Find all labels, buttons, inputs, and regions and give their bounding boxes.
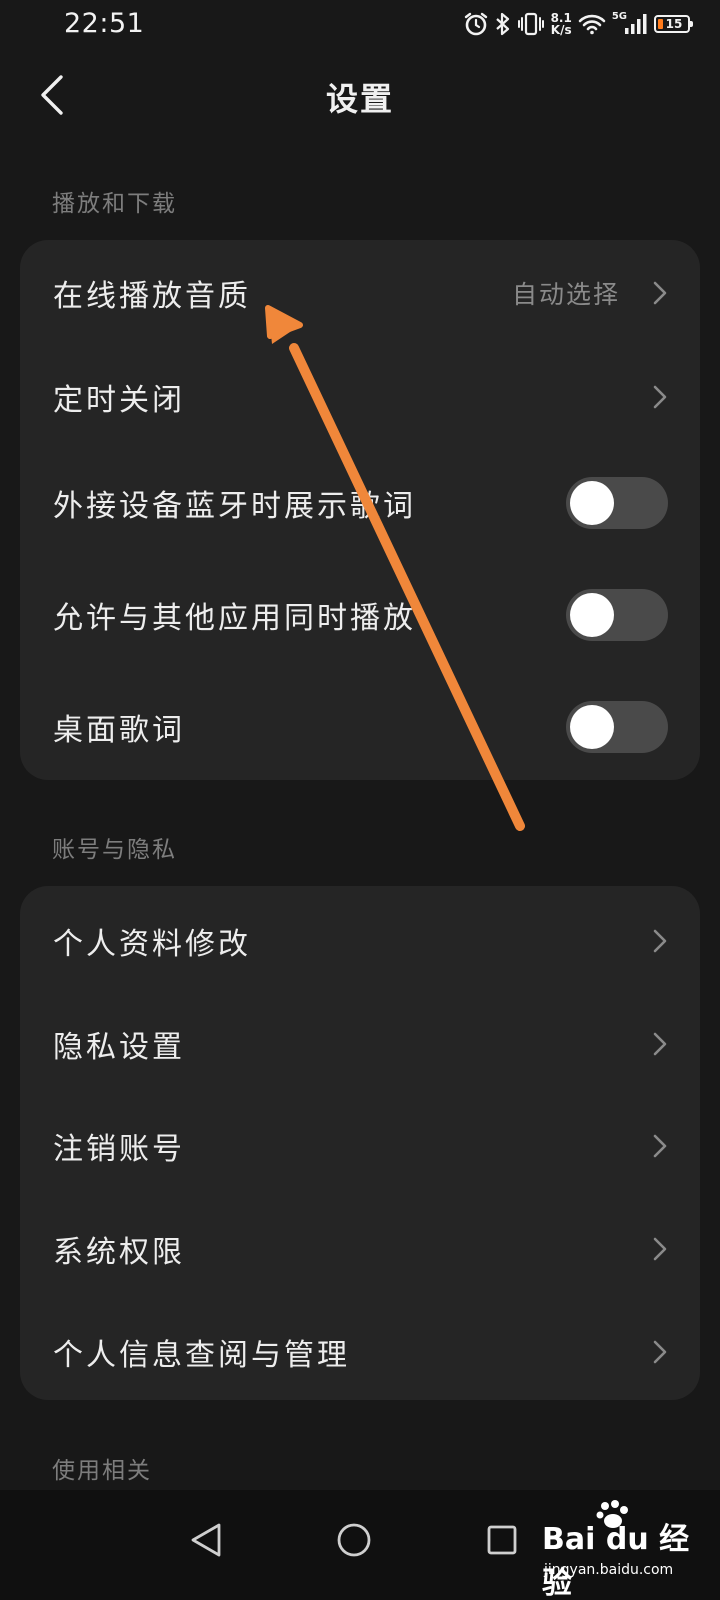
toggle-knob bbox=[570, 705, 614, 749]
row-label: 在线播放音质 bbox=[53, 279, 251, 314]
row-mix-playback: 允许与其他应用同时播放 bbox=[20, 562, 700, 668]
settings-screen: 22:51 8.1 K/s 5G 15 设置 播放和下载 在线播放音质 自动选择… bbox=[0, 0, 720, 1600]
mix-playback-toggle[interactable] bbox=[566, 589, 668, 641]
row-label: 桌面歌词 bbox=[53, 713, 185, 748]
signal-label: 5G bbox=[611, 10, 627, 22]
toggle-knob bbox=[570, 593, 614, 637]
row-sleep-timer[interactable]: 定时关闭 bbox=[20, 344, 700, 450]
chevron-right-icon bbox=[650, 279, 670, 307]
status-bar: 22:51 8.1 K/s 5G 15 bbox=[0, 0, 720, 48]
section-title-account: 账号与隐私 bbox=[52, 837, 177, 863]
chevron-right-icon bbox=[650, 927, 670, 955]
row-system-permissions[interactable]: 系统权限 bbox=[20, 1196, 700, 1302]
desktop-lyrics-toggle[interactable] bbox=[566, 701, 668, 753]
row-label: 个人信息查阅与管理 bbox=[53, 1338, 350, 1373]
chevron-right-icon bbox=[650, 383, 670, 411]
chevron-right-icon bbox=[650, 1338, 670, 1366]
section-title-playback: 播放和下载 bbox=[52, 191, 177, 217]
row-label: 外接设备蓝牙时展示歌词 bbox=[53, 489, 416, 524]
account-card: 个人资料修改 隐私设置 注销账号 系统权限 个人信息查阅与管理 bbox=[20, 886, 700, 1400]
row-bluetooth-lyrics: 外接设备蓝牙时展示歌词 bbox=[20, 450, 700, 556]
row-privacy-settings[interactable]: 隐私设置 bbox=[20, 991, 700, 1097]
nav-home-button[interactable] bbox=[324, 1510, 384, 1570]
row-desktop-lyrics: 桌面歌词 bbox=[20, 674, 700, 780]
cellular-signal: 5G bbox=[611, 10, 648, 35]
row-personal-info-management[interactable]: 个人信息查阅与管理 bbox=[20, 1299, 700, 1405]
bluetooth-icon bbox=[495, 11, 511, 37]
battery-icon: 15 bbox=[654, 15, 693, 33]
row-label: 允许与其他应用同时播放 bbox=[53, 601, 416, 636]
playback-card: 在线播放音质 自动选择 定时关闭 外接设备蓝牙时展示歌词 允许与其他应用同时播放… bbox=[20, 240, 700, 780]
row-label: 系统权限 bbox=[53, 1235, 185, 1270]
row-label: 定时关闭 bbox=[53, 383, 185, 418]
toggle-knob bbox=[570, 481, 614, 525]
status-time: 22:51 bbox=[64, 8, 145, 39]
battery-level: 15 bbox=[665, 17, 683, 31]
vibrate-icon bbox=[517, 12, 545, 36]
nav-recents-button[interactable] bbox=[472, 1510, 532, 1570]
row-label: 个人资料修改 bbox=[53, 927, 251, 962]
circle-home-icon bbox=[337, 1523, 371, 1557]
chevron-right-icon bbox=[650, 1132, 670, 1160]
section-title-usage: 使用相关 bbox=[52, 1458, 152, 1484]
wifi-icon bbox=[578, 13, 606, 35]
row-label: 注销账号 bbox=[53, 1132, 185, 1167]
square-recents-icon bbox=[487, 1525, 517, 1555]
nav-back-button[interactable] bbox=[176, 1510, 236, 1570]
row-profile-edit[interactable]: 个人资料修改 bbox=[20, 888, 700, 994]
network-speed: 8.1 K/s bbox=[551, 12, 572, 36]
net-speed-unit: K/s bbox=[550, 23, 572, 37]
row-label: 隐私设置 bbox=[53, 1030, 185, 1065]
signal-bars-icon bbox=[625, 14, 647, 34]
bluetooth-lyrics-toggle[interactable] bbox=[566, 477, 668, 529]
chevron-right-icon bbox=[650, 1030, 670, 1058]
header: 设置 bbox=[0, 48, 720, 144]
chevron-right-icon bbox=[650, 1235, 670, 1263]
row-value: 自动选择 bbox=[511, 280, 620, 309]
page-title: 设置 bbox=[325, 80, 394, 118]
status-icons: 8.1 K/s 5G 15 bbox=[463, 8, 693, 40]
navigation-bar bbox=[0, 1490, 720, 1600]
row-online-quality[interactable]: 在线播放音质 自动选择 bbox=[20, 240, 700, 346]
triangle-back-icon bbox=[191, 1523, 221, 1557]
row-delete-account[interactable]: 注销账号 bbox=[20, 1093, 700, 1199]
alarm-icon bbox=[463, 11, 489, 37]
